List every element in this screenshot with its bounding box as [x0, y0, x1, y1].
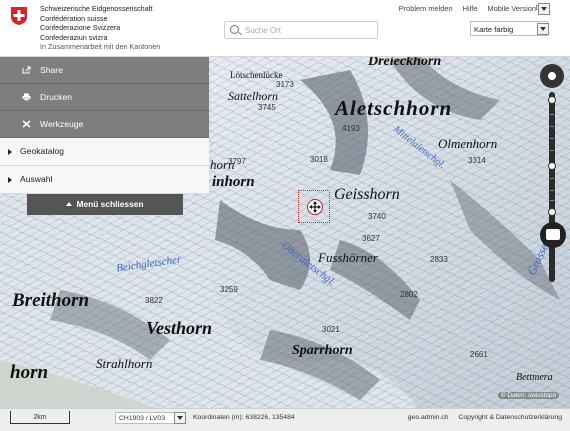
help-link[interactable]: Hilfe: [463, 4, 478, 13]
menu-share-label: Share: [40, 65, 63, 75]
crs-value: CH1903 / LV03: [119, 415, 165, 422]
background-dropdown-icon[interactable]: [537, 23, 549, 35]
close-menu-button[interactable]: Menü schliessen: [27, 194, 183, 215]
footer: 2km CH1903 / LV03 Koordinaten (m): 63822…: [0, 408, 570, 431]
background-layer-value: Karte farbig: [474, 25, 514, 34]
share-icon: [22, 66, 31, 74]
compass-icon[interactable]: [540, 64, 564, 88]
crs-select[interactable]: CH1903 / LV03: [115, 412, 175, 424]
coordinates-readout: Koordinaten (m): 638226, 135484: [193, 414, 295, 421]
selection-marker[interactable]: [298, 190, 330, 223]
language-dropdown-icon[interactable]: [538, 3, 550, 15]
menu-print[interactable]: Drucken: [0, 84, 209, 111]
arrow-up-icon: [66, 202, 73, 206]
expand-arrow-icon: [8, 149, 12, 155]
map-attribution: © Daten: swisstopo: [498, 392, 560, 399]
section-geokatalog-label: Geokatalog: [20, 146, 64, 156]
map-tools: [540, 64, 566, 282]
federal-name-rm: Confederaziun svizra: [40, 32, 108, 42]
menu-share[interactable]: Share: [0, 57, 209, 84]
section-auswahl[interactable]: Auswahl: [0, 166, 209, 194]
crosshair-icon: [307, 199, 323, 215]
federal-name-fr: Confédération suisse: [40, 13, 108, 23]
close-menu-label: Menü schliessen: [76, 199, 144, 209]
section-auswahl-label: Auswahl: [20, 174, 53, 184]
side-menu: Share Drucken Werkzeuge Geokatalog Auswa…: [0, 57, 209, 194]
search-input[interactable]: [243, 23, 372, 38]
scale-label: 2km: [33, 414, 47, 421]
geo-admin-link[interactable]: geo.admin.ch: [408, 414, 449, 421]
section-geokatalog[interactable]: Geokatalog: [0, 138, 209, 166]
tools-icon: [22, 120, 31, 128]
switzerland-outline-icon[interactable]: [540, 222, 566, 248]
problem-report-link[interactable]: Problem melden: [399, 4, 453, 13]
zoom-slider[interactable]: [548, 92, 556, 282]
menu-tools[interactable]: Werkzeuge: [0, 111, 209, 138]
expand-arrow-icon: [8, 177, 12, 183]
top-links: Problem melden Hilfe Mobile Version: [391, 4, 536, 13]
zoom-out-knob[interactable]: [548, 208, 556, 216]
print-icon: [22, 93, 31, 101]
federal-subtitle: In Zusammenarbeit mit den Kantonen: [40, 42, 161, 52]
search-box[interactable]: [224, 21, 378, 39]
footer-links: geo.admin.ch Copyright & Datenschutzerkl…: [400, 414, 562, 421]
search-icon: [230, 25, 239, 34]
swiss-cross-icon: [11, 7, 27, 25]
menu-tools-label: Werkzeuge: [40, 119, 84, 129]
header: Schweizerische Eidgenossenschaft Confédé…: [0, 0, 570, 57]
crs-dropdown-icon[interactable]: [174, 412, 186, 424]
federal-title: Schweizerische Eidgenossenschaft Confédé…: [40, 4, 160, 52]
federal-name-de: Schweizerische Eidgenossenschaft: [40, 4, 153, 13]
menu-print-label: Drucken: [40, 92, 72, 102]
zoom-level-knob[interactable]: [548, 162, 556, 170]
zoom-in-knob[interactable]: [548, 96, 556, 104]
mobile-version-link[interactable]: Mobile Version: [488, 4, 536, 13]
federal-name-it: Confederazione Svizzera: [40, 23, 121, 33]
scale-bar: 2km: [10, 411, 70, 424]
copyright-link[interactable]: Copyright & Datenschutzerklärung: [458, 414, 562, 421]
